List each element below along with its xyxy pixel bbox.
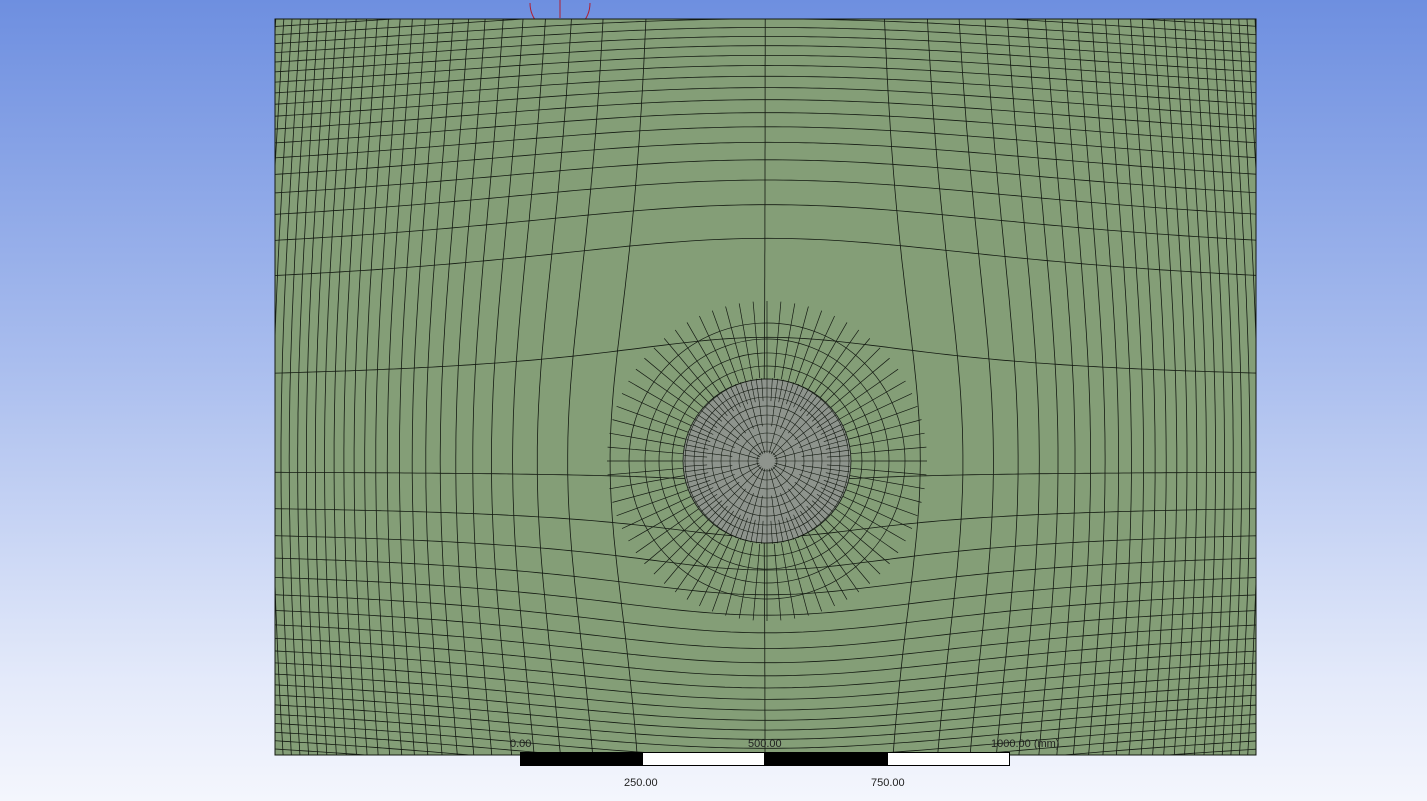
scale-label-750: 750.00: [871, 777, 905, 789]
scale-bar: [520, 752, 1010, 766]
scale-segment-3: [764, 752, 888, 766]
scale-segment-4: [887, 752, 1010, 766]
scale-label-250: 250.00: [624, 777, 658, 789]
graphics-viewport[interactable]: 0.00 250.00 500.00 750.00 1000.00 (mm): [0, 0, 1427, 801]
scale-label-500: 500.00: [748, 738, 782, 750]
scale-segment-1: [520, 752, 643, 766]
scale-label-0: 0.00: [510, 738, 532, 750]
scale-segment-2: [642, 752, 765, 766]
scale-label-1000: 1000.00 (mm): [991, 738, 1060, 750]
mesh-plot: [274, 0, 1257, 756]
